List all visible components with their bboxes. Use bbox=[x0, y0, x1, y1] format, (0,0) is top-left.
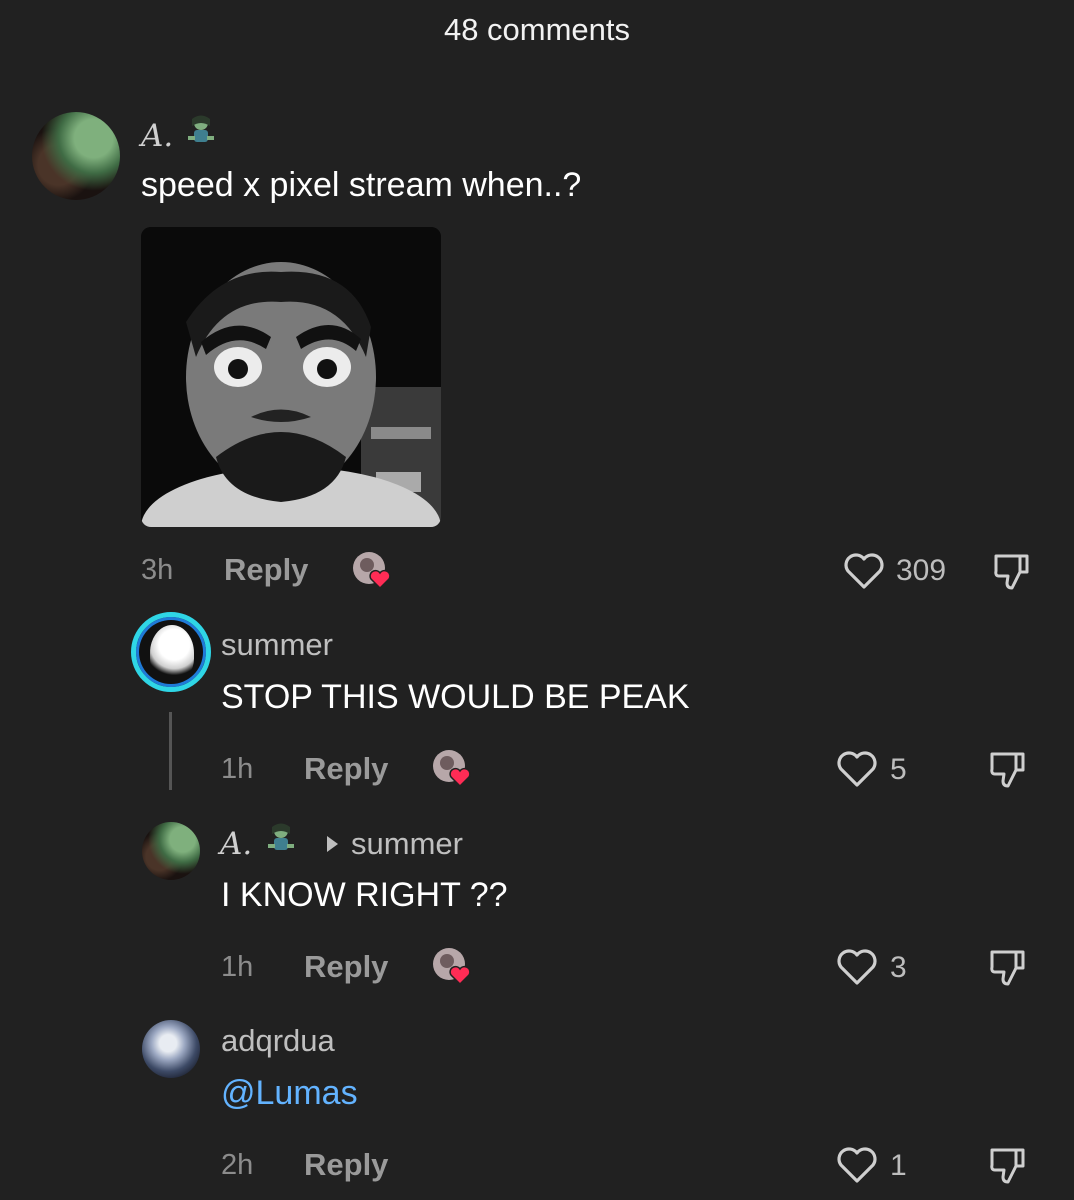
avatar[interactable] bbox=[131, 612, 211, 692]
zombie-emoji-icon bbox=[188, 115, 214, 142]
comment-username[interactable]: summer bbox=[221, 627, 333, 663]
like-count: 1 bbox=[890, 1149, 907, 1182]
thumbs-down-icon[interactable] bbox=[986, 946, 1030, 990]
comment-text: I KNOW RIGHT ?? bbox=[221, 876, 508, 914]
comment-time: 2h bbox=[221, 1149, 254, 1181]
thumbs-down-icon[interactable] bbox=[990, 550, 1034, 594]
zombie-emoji-icon bbox=[268, 823, 294, 850]
like-count: 309 bbox=[896, 554, 947, 587]
reply-button[interactable]: Reply bbox=[304, 751, 388, 787]
avatar[interactable] bbox=[32, 112, 120, 200]
comment-username[interactable]: adqrdua bbox=[221, 1023, 335, 1059]
comment-text: STOP THIS WOULD BE PEAK bbox=[221, 678, 690, 716]
liked-by-creator-icon bbox=[353, 552, 391, 590]
mention-link[interactable]: @Lumas bbox=[221, 1074, 358, 1113]
avatar[interactable] bbox=[142, 1020, 200, 1078]
comment-time: 3h bbox=[141, 554, 174, 586]
reply-button[interactable]: Reply bbox=[304, 949, 388, 985]
comment-time: 1h bbox=[221, 951, 254, 983]
thread-line bbox=[169, 712, 172, 790]
heart-outline-icon[interactable] bbox=[836, 750, 878, 788]
thumbs-down-icon[interactable] bbox=[986, 1144, 1030, 1188]
like-count: 3 bbox=[890, 951, 907, 984]
comment-text: speed x pixel stream when..? bbox=[141, 166, 582, 204]
heart-outline-icon[interactable] bbox=[836, 1146, 878, 1184]
avatar[interactable] bbox=[142, 822, 200, 880]
comments-header: 48 comments bbox=[443, 12, 631, 47]
like-count: 5 bbox=[890, 753, 907, 786]
heart-outline-icon[interactable] bbox=[843, 552, 885, 590]
reply-to-arrow-icon bbox=[327, 836, 338, 852]
comment-username[interactable]: A. bbox=[141, 118, 173, 154]
reply-button[interactable]: Reply bbox=[224, 552, 308, 588]
thumbs-down-icon[interactable] bbox=[986, 748, 1030, 792]
liked-by-creator-icon bbox=[433, 948, 471, 986]
liked-by-creator-icon bbox=[433, 750, 471, 788]
comment-gif-image[interactable] bbox=[141, 227, 441, 527]
heart-outline-icon[interactable] bbox=[836, 948, 878, 986]
comment-username[interactable]: A. bbox=[220, 826, 252, 862]
reply-to-username[interactable]: summer bbox=[351, 826, 463, 862]
comment-time: 1h bbox=[221, 753, 254, 785]
reply-button[interactable]: Reply bbox=[304, 1147, 388, 1183]
